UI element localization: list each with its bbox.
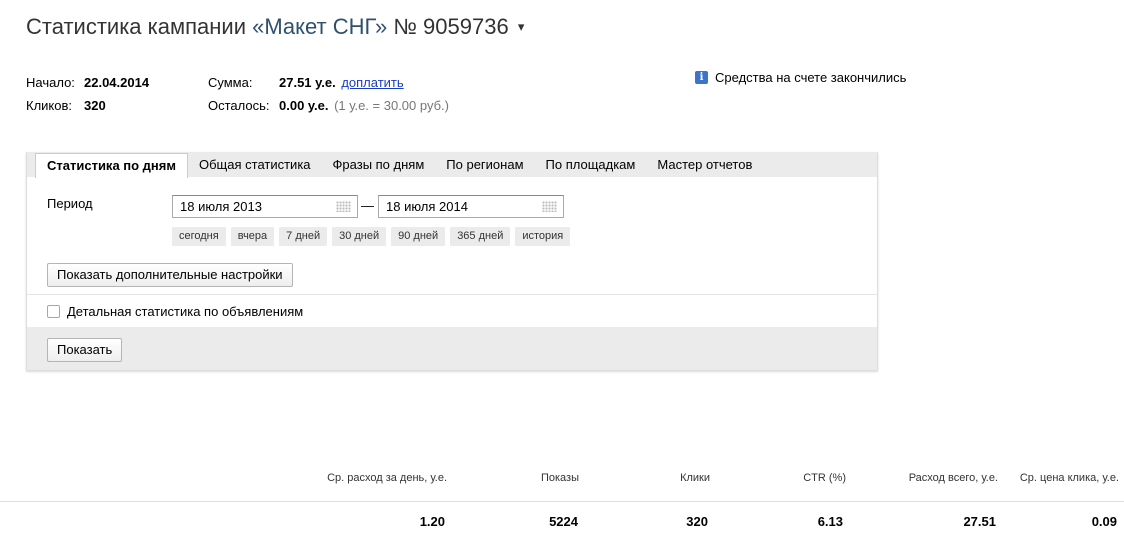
quick-range-90-days[interactable]: 90 дней — [391, 227, 446, 246]
tab-general-stats[interactable]: Общая статистика — [188, 152, 322, 177]
sum-label: Сумма: — [208, 75, 253, 90]
quick-range-history[interactable]: история — [515, 227, 571, 246]
column-header-avg-click-price: Ср. цена клика, у.е. — [1019, 472, 1119, 484]
stats-tabs: Статистика по дням Общая статистика Фраз… — [27, 152, 877, 178]
campaign-name: «Макет СНГ» — [252, 14, 388, 39]
quick-range-today[interactable]: сегодня — [172, 227, 226, 246]
campaign-dropdown-caret-icon[interactable]: ▾ — [518, 19, 525, 34]
page-title-prefix: Статистика кампании — [26, 14, 246, 39]
column-header-avg-daily-spend: Ср. расход за день, у.е. — [327, 472, 447, 484]
quick-range-7-days[interactable]: 7 дней — [279, 227, 328, 246]
left-label: Осталось: — [208, 98, 270, 113]
column-header-clicks: Клики — [680, 472, 710, 484]
quick-range-30-days[interactable]: 30 дней — [332, 227, 387, 246]
sum-value: 27.51 у.е. — [279, 75, 336, 90]
tab-by-sites[interactable]: По площадкам — [535, 152, 647, 177]
period-label: Период — [47, 196, 93, 211]
campaign-summary-left: Начало: 22.04.2014 Кликов: 320 — [26, 71, 149, 117]
date-to-value: 18 июля 2014 — [386, 199, 468, 214]
start-value: 22.04.2014 — [84, 75, 150, 90]
quick-range-buttons: сегодня вчера 7 дней 30 дней 90 дней 365… — [172, 227, 571, 246]
column-header-impressions: Показы — [540, 472, 579, 484]
stats-panel: Статистика по дням Общая статистика Фраз… — [26, 152, 878, 371]
tab-by-regions[interactable]: По регионам — [435, 152, 534, 177]
cell-avg-daily-spend: 1.20 — [419, 514, 445, 529]
show-button[interactable]: Показать — [47, 338, 123, 362]
rate-note: (1 у.е. = 30.00 руб.) — [334, 98, 449, 113]
start-label: Начало: — [26, 75, 75, 90]
quick-range-yesterday[interactable]: вчера — [230, 227, 275, 246]
funds-notice: i Средства на счете закончились — [695, 70, 906, 85]
quick-range-365-days[interactable]: 365 дней — [450, 227, 511, 246]
date-from-input[interactable]: 18 июля 2013 — [172, 195, 358, 218]
clicks-label: Кликов: — [26, 98, 73, 113]
date-range-separator: — — [361, 198, 374, 213]
detailed-stats-checkbox[interactable] — [47, 305, 60, 318]
left-value: 0.00 у.е. — [279, 98, 329, 113]
divider — [27, 294, 877, 295]
detailed-stats-option: Детальная статистика по объявлениям — [47, 304, 303, 319]
column-header-total-spend: Расход всего, у.е. — [908, 472, 998, 484]
date-from-value: 18 июля 2013 — [180, 199, 262, 214]
campaign-number: № 9059736 — [393, 14, 509, 39]
panel-footer — [27, 327, 877, 370]
cell-impressions: 5224 — [549, 514, 578, 529]
date-to-input[interactable]: 18 июля 2014 — [378, 195, 564, 218]
tab-phrases-by-day[interactable]: Фразы по дням — [322, 152, 436, 177]
info-icon: i — [695, 71, 708, 84]
cell-avg-click-price: 0.09 — [1091, 514, 1117, 529]
tab-stats-by-day[interactable]: Статистика по дням — [35, 153, 188, 178]
column-header-ctr: CTR (%) — [803, 472, 846, 484]
page-title: Статистика кампании «Макет СНГ» № 905973… — [26, 14, 524, 40]
clicks-value: 320 — [84, 98, 106, 113]
stats-table-divider — [0, 501, 1124, 502]
cell-ctr: 6.13 — [817, 514, 843, 529]
topup-link[interactable]: доплатить — [341, 75, 403, 90]
campaign-summary-budget: Сумма: 27.51 у.е. доплатить Осталось: 0.00… — [208, 71, 449, 117]
detailed-stats-label: Детальная статистика по объявлениям — [67, 304, 304, 319]
calendar-icon[interactable] — [542, 201, 557, 212]
show-more-settings-button[interactable]: Показать дополнительные настройки — [47, 263, 293, 287]
calendar-icon[interactable] — [336, 201, 351, 212]
cell-total-spend: 27.51 — [963, 514, 996, 529]
cell-clicks: 320 — [686, 514, 708, 529]
tab-report-wizard[interactable]: Мастер отчетов — [646, 152, 763, 177]
funds-notice-text: Средства на счете закончились — [715, 70, 907, 85]
